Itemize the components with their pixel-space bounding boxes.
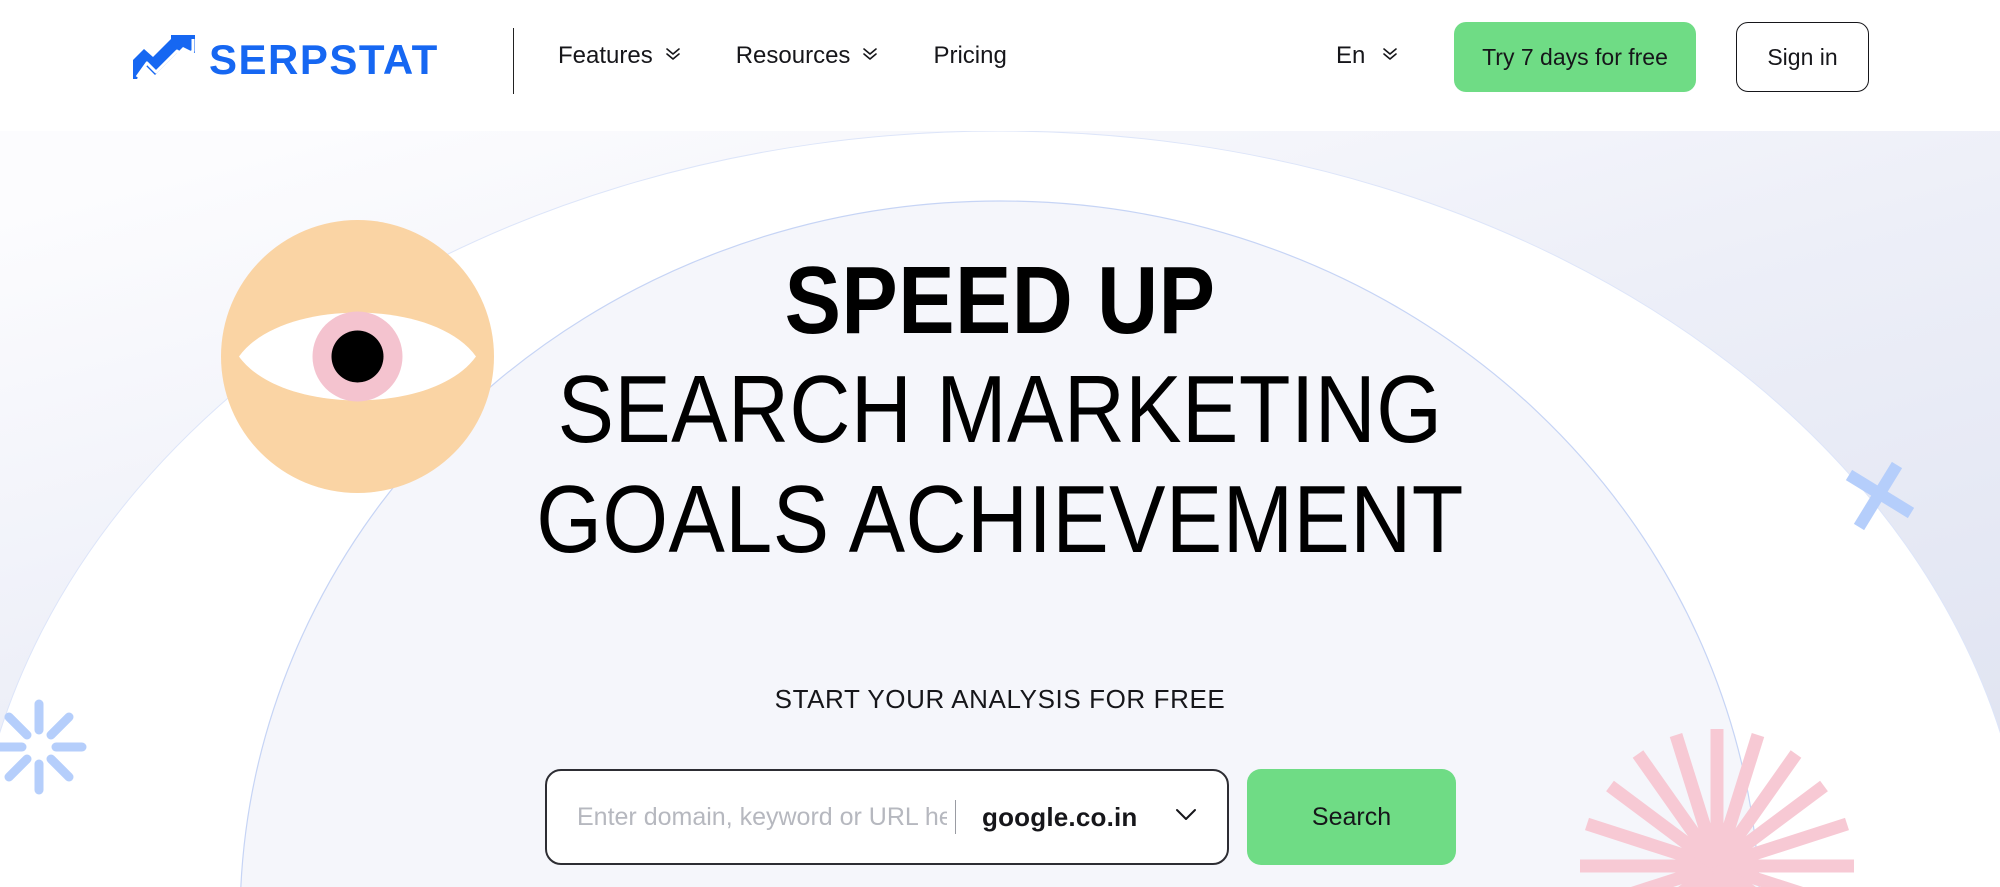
logo[interactable]: SERPSTAT bbox=[131, 33, 439, 86]
headline-line-2: SEARCH MARKETING bbox=[557, 356, 1443, 464]
nav-item-label: Resources bbox=[735, 42, 851, 69]
search-input[interactable] bbox=[577, 797, 947, 837]
page-title: SPEED UP SEARCH MARKETING GOALS ACHIEVEM… bbox=[0, 246, 2000, 574]
headline-line-3: GOALS ACHIEVEMENT bbox=[536, 465, 1464, 573]
chevron-down-icon bbox=[1175, 808, 1197, 826]
chevron-double-down-icon bbox=[1381, 44, 1399, 68]
search-engine-select[interactable]: google.co.in bbox=[982, 802, 1197, 833]
search-divider bbox=[955, 800, 956, 834]
nav-item-resources[interactable]: Resources bbox=[736, 44, 880, 68]
headline-line-1: SPEED UP bbox=[784, 247, 1216, 354]
nav-item-label: Pricing bbox=[933, 42, 1007, 69]
hero-subheadline: START YOUR ANALYSIS FOR FREE bbox=[774, 684, 1226, 714]
logo-text: SERPSTAT bbox=[209, 35, 439, 83]
hero-search-row: google.co.in Search bbox=[545, 769, 1456, 865]
language-label: En bbox=[1336, 42, 1366, 69]
search-engine-label: google.co.in bbox=[982, 801, 1138, 832]
header-divider bbox=[513, 28, 514, 94]
main-nav: Features Resources Pricing bbox=[558, 44, 1007, 68]
chevron-double-down-icon bbox=[664, 44, 682, 68]
search-button[interactable]: Search bbox=[1247, 769, 1456, 865]
site-header: SERPSTAT Features Resources Pricing En T… bbox=[0, 0, 2000, 131]
landing-page: SPEED UP SEARCH MARKETING GOALS ACHIEVEM… bbox=[0, 0, 2000, 887]
hero-content: SPEED UP SEARCH MARKETING GOALS ACHIEVEM… bbox=[0, 131, 2000, 887]
language-selector[interactable]: En bbox=[1336, 44, 1399, 68]
nav-item-pricing[interactable]: Pricing bbox=[933, 44, 1006, 68]
try-free-button[interactable]: Try 7 days for free bbox=[1454, 22, 1696, 92]
sign-in-button[interactable]: Sign in bbox=[1736, 22, 1869, 92]
search-box[interactable]: google.co.in bbox=[545, 769, 1229, 865]
serpstat-arrow-chart-icon bbox=[131, 33, 197, 86]
nav-item-label: Features bbox=[558, 42, 653, 69]
chevron-double-down-icon bbox=[861, 44, 879, 68]
nav-item-features[interactable]: Features bbox=[558, 44, 682, 68]
